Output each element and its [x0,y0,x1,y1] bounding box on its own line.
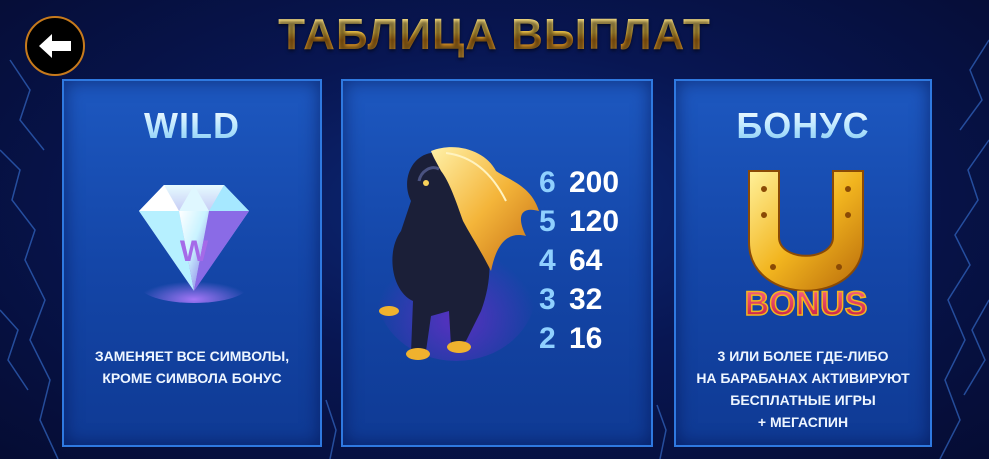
payout-row: 5 120 [539,202,649,241]
horse-panel: 6 200 5 120 4 64 3 32 2 16 [341,79,653,447]
payout-value: 120 [569,204,620,238]
payout-value: 16 [569,321,603,355]
payout-value: 64 [569,243,603,277]
payout-row: 6 200 [539,163,649,202]
black-horse-symbol [376,147,539,361]
symbol-count: 3 [539,282,556,316]
bonus-description-line: + МЕГАСПИН [757,414,849,430]
symbol-count: 4 [539,243,556,277]
symbol-count: 2 [539,321,556,355]
bonus-title: БОНУС [676,105,930,147]
bonus-symbol-label: BONUS [745,285,868,323]
bonus-panel: БОНУС BONUS 3 ИЛИ БОЛЕЕ ГДЕ-ЛИБО НА БАРА… [674,79,932,447]
page-title: ТАБЛИЦА ВЫПЛАТ [0,10,989,60]
payout-row: 3 32 [539,280,649,319]
payout-value: 32 [569,282,603,316]
payout-value: 200 [569,165,620,199]
bonus-description-line: БЕСПЛАТНЫЕ ИГРЫ [730,392,876,408]
bonus-description-line: НА БАРАБАНАХ АКТИВИРУЮТ [696,370,910,386]
payout-row: 4 64 [539,241,649,280]
symbol-count: 5 [539,204,556,238]
wild-description: ЗАМЕНЯЕТ ВСЕ СИМВОЛЫ, КРОМЕ СИМВОЛА БОНУ… [64,345,320,389]
wild-panel: WILD W ЗАМЕНЯЕТ ВСЕ СИМВОЛЫ, КРОМЕ СИМВО… [62,79,322,447]
wild-description-line: КРОМЕ СИМВОЛА БОНУС [102,370,282,386]
diamond-wild-symbol: W [139,185,249,303]
bonus-description: 3 ИЛИ БОЛЕЕ ГДЕ-ЛИБО НА БАРАБАНАХ АКТИВИ… [676,345,930,433]
horseshoe-bonus-symbol: BONUS [744,170,868,324]
wild-letter: W [180,235,209,268]
wild-description-line: ЗАМЕНЯЕТ ВСЕ СИМВОЛЫ, [94,348,290,364]
payout-table: 6 200 5 120 4 64 3 32 2 16 [539,163,649,358]
wild-title: WILD [64,105,320,147]
symbol-count: 6 [539,165,556,199]
bonus-description-line: 3 ИЛИ БОЛЕЕ ГДЕ-ЛИБО [717,348,889,364]
payout-row: 2 16 [539,319,649,358]
